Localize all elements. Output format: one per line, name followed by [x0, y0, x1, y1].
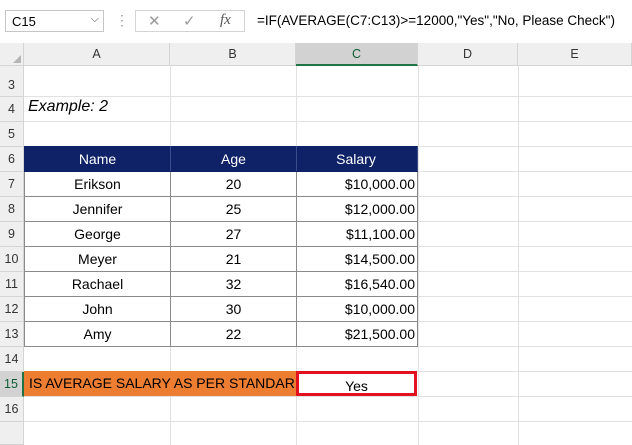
salary-cell[interactable]: $12,000.00 [296, 196, 418, 222]
row-header-10[interactable]: 10 [0, 247, 24, 272]
row-header-7[interactable]: 7 [0, 172, 24, 197]
row-header-9[interactable]: 9 [0, 222, 24, 247]
row-header-16[interactable]: 16 [0, 397, 24, 422]
salary-cell[interactable]: $16,540.00 [296, 271, 418, 297]
grid-line [518, 66, 519, 445]
salary-cell[interactable]: $11,100.00 [296, 221, 418, 247]
name-cell[interactable]: Rachael [24, 271, 171, 297]
row-header-14[interactable]: 14 [0, 347, 24, 372]
chevron-down-icon[interactable]: ⌵ [91, 13, 99, 26]
table-row: Rachael 32 $16,540.00 [24, 271, 418, 297]
age-cell[interactable]: 27 [170, 221, 297, 247]
enter-icon[interactable]: ✓ [183, 12, 196, 30]
example-title[interactable]: Example: 2 [28, 98, 108, 116]
column-header-c[interactable]: C [296, 43, 418, 66]
row-header-4[interactable]: 4 [0, 97, 24, 122]
column-header-b[interactable]: B [170, 43, 296, 66]
column-header-d[interactable]: D [418, 43, 518, 66]
formula-buttons: ✕ ✓ fx [135, 10, 245, 32]
table-row: Jennifer 25 $12,000.00 [24, 196, 418, 222]
age-cell[interactable]: 20 [170, 171, 297, 197]
age-cell[interactable]: 22 [170, 321, 297, 347]
grid-line [418, 66, 419, 445]
cell-reference[interactable]: C15 [12, 14, 36, 29]
salary-cell[interactable]: $10,000.00 [296, 296, 418, 322]
table-row: Meyer 21 $14,500.00 [24, 246, 418, 272]
name-cell[interactable]: Erikson [24, 171, 171, 197]
header-age[interactable]: Age [170, 146, 297, 172]
cancel-icon[interactable]: ✕ [148, 12, 161, 30]
answer-cell-selected[interactable]: Yes [296, 371, 417, 396]
more-options-icon[interactable]: ⋮ [115, 12, 129, 29]
grid-line [24, 396, 632, 397]
column-header-e[interactable]: E [518, 43, 632, 66]
age-cell[interactable]: 30 [170, 296, 297, 322]
question-cell[interactable]: IS AVERAGE SALARY AS PER STANDARD? [24, 371, 296, 396]
salary-cell[interactable]: $21,500.00 [296, 321, 418, 347]
column-header-a[interactable]: A [24, 43, 170, 66]
salary-cell[interactable]: $14,500.00 [296, 246, 418, 272]
name-cell[interactable]: John [24, 296, 171, 322]
header-name[interactable]: Name [24, 146, 171, 172]
select-all-corner[interactable] [0, 43, 24, 66]
age-cell[interactable]: 25 [170, 196, 297, 222]
age-cell[interactable]: 32 [170, 271, 297, 297]
name-box[interactable]: C15 ⌵ [5, 10, 104, 32]
row-header-13[interactable]: 13 [0, 322, 24, 347]
table-row: John 30 $10,000.00 [24, 296, 418, 322]
formula-bar: C15 ⌵ ⋮ ✕ ✓ fx =IF(AVERAGE(C7:C13)>=1200… [0, 0, 632, 44]
grid-line [24, 96, 632, 97]
table-row: George 27 $11,100.00 [24, 221, 418, 247]
table-row: Erikson 20 $10,000.00 [24, 171, 418, 197]
row-header-17[interactable] [0, 422, 24, 445]
row-header-11[interactable]: 11 [0, 272, 24, 297]
formula-input[interactable]: =IF(AVERAGE(C7:C13)>=12000,"Yes","No, Pl… [252, 10, 632, 32]
name-cell[interactable]: George [24, 221, 171, 247]
insert-function-icon[interactable]: fx [220, 12, 231, 29]
table-header-row: Name Age Salary [24, 146, 418, 172]
row-header-15[interactable]: 15 [0, 372, 24, 397]
grid-line [24, 421, 632, 422]
name-cell[interactable]: Jennifer [24, 196, 171, 222]
grid-line [24, 121, 632, 122]
table-row: Amy 22 $21,500.00 [24, 321, 418, 347]
salary-table: Name Age Salary Erikson 20 $10,000.00 Je… [24, 146, 418, 347]
row-header-3[interactable]: 3 [0, 66, 24, 97]
name-cell[interactable]: Meyer [24, 246, 171, 272]
name-cell[interactable]: Amy [24, 321, 171, 347]
row-header-5[interactable]: 5 [0, 122, 24, 147]
salary-cell[interactable]: $10,000.00 [296, 171, 418, 197]
row-header-8[interactable]: 8 [0, 197, 24, 222]
header-salary[interactable]: Salary [296, 146, 418, 172]
row-header-6[interactable]: 6 [0, 147, 24, 172]
age-cell[interactable]: 21 [170, 246, 297, 272]
row-header-12[interactable]: 12 [0, 297, 24, 322]
